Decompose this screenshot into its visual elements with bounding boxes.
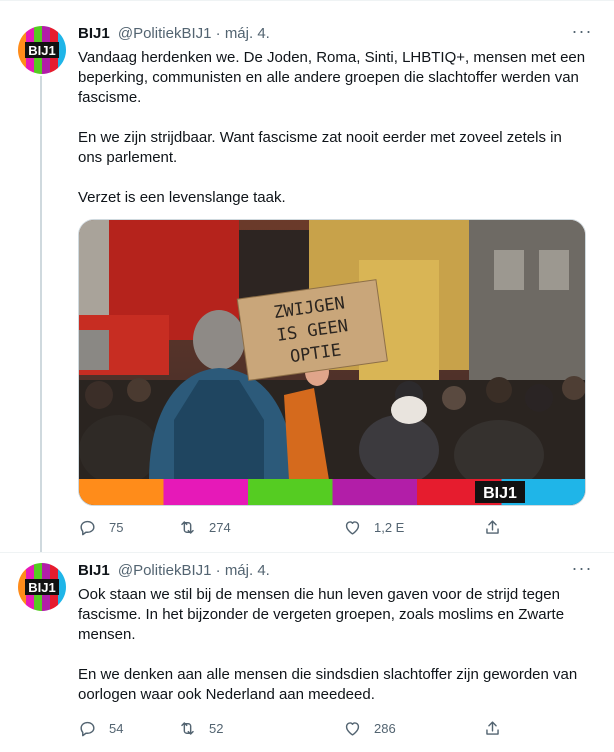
retweet-icon	[181, 721, 194, 735]
share-button[interactable]	[483, 517, 502, 537]
retweet-button[interactable]: 274	[178, 517, 231, 537]
avatar-logo-text: BIJ1	[28, 580, 55, 595]
share-button[interactable]	[483, 718, 502, 738]
reply-count: 54	[109, 720, 124, 736]
author-avatar[interactable]: BIJ1	[18, 26, 66, 74]
reply-count: 75	[109, 519, 124, 535]
tweet-date[interactable]: máj. 4.	[225, 25, 270, 42]
author-avatar[interactable]: BIJ1	[18, 563, 66, 611]
author-name[interactable]: BIJ1	[78, 25, 110, 42]
tweet-paragraph: Ook staan we stil bij de mensen die hun …	[78, 586, 565, 643]
retweet-count: 274	[209, 519, 231, 535]
author-handle[interactable]: @PolitiekBIJ1	[118, 562, 212, 579]
like-button[interactable]: 286	[343, 718, 396, 738]
retweet-icon	[181, 520, 194, 534]
retweet-button[interactable]: 52	[178, 718, 223, 738]
meta-separator: ·	[211, 562, 225, 579]
author-name[interactable]: BIJ1	[78, 562, 110, 579]
tweet-media-photo[interactable]: ZWIJGEN IS GEEN OPTIE BIJ1	[78, 219, 586, 506]
like-count: 1,2 E	[374, 519, 405, 535]
reply-button[interactable]: 54	[78, 718, 123, 738]
media-logo-text: BIJ1	[483, 485, 517, 502]
like-count: 286	[374, 720, 396, 736]
retweet-count: 52	[209, 720, 224, 736]
tweet-paragraph: En we zijn strijdbaar. Want fascisme zat…	[78, 129, 562, 166]
tweet-actions: 54 52 286	[78, 718, 518, 738]
tweet-paragraph: Verzet is een levenslange taak.	[78, 189, 286, 206]
tweet-header: BIJ1 @PolitiekBIJ1 · máj. 4.	[78, 561, 594, 581]
reply-button[interactable]: 75	[78, 517, 123, 537]
share-icon	[486, 519, 499, 534]
share-icon	[486, 720, 499, 735]
like-button[interactable]: 1,2 E	[343, 517, 404, 537]
more-options-button[interactable]: ···	[570, 559, 594, 581]
heart-icon	[345, 520, 360, 535]
meta-separator: ·	[211, 25, 225, 42]
heart-icon	[345, 721, 360, 736]
tweet-date[interactable]: máj. 4.	[225, 562, 270, 579]
tweet-paragraph: En we denken aan alle mensen die sindsdi…	[78, 666, 578, 703]
top-divider	[0, 0, 614, 1]
author-handle[interactable]: @PolitiekBIJ1	[118, 25, 212, 42]
tweet-header: BIJ1 @PolitiekBIJ1 · máj. 4.	[78, 24, 594, 44]
tweet-1[interactable]: BIJ1 BIJ1 @PolitiekBIJ1 · máj. 4. ··· Va…	[0, 10, 614, 550]
tweet-actions: 75 274 1,2 E	[78, 517, 518, 537]
tweet-text: Ook staan we stil bij de mensen die hun …	[78, 585, 588, 725]
tweet-text: Vandaag herdenken we. De Joden, Roma, Si…	[78, 48, 588, 228]
tweet-paragraph: Vandaag herdenken we. De Joden, Roma, Si…	[78, 49, 586, 106]
tweet-2[interactable]: BIJ1 BIJ1 @PolitiekBIJ1 · máj. 4. ··· Oo…	[0, 552, 614, 752]
more-options-button[interactable]: ···	[570, 22, 594, 44]
avatar-logo-text: BIJ1	[28, 43, 55, 58]
reply-icon	[80, 721, 95, 736]
reply-icon	[80, 520, 95, 535]
